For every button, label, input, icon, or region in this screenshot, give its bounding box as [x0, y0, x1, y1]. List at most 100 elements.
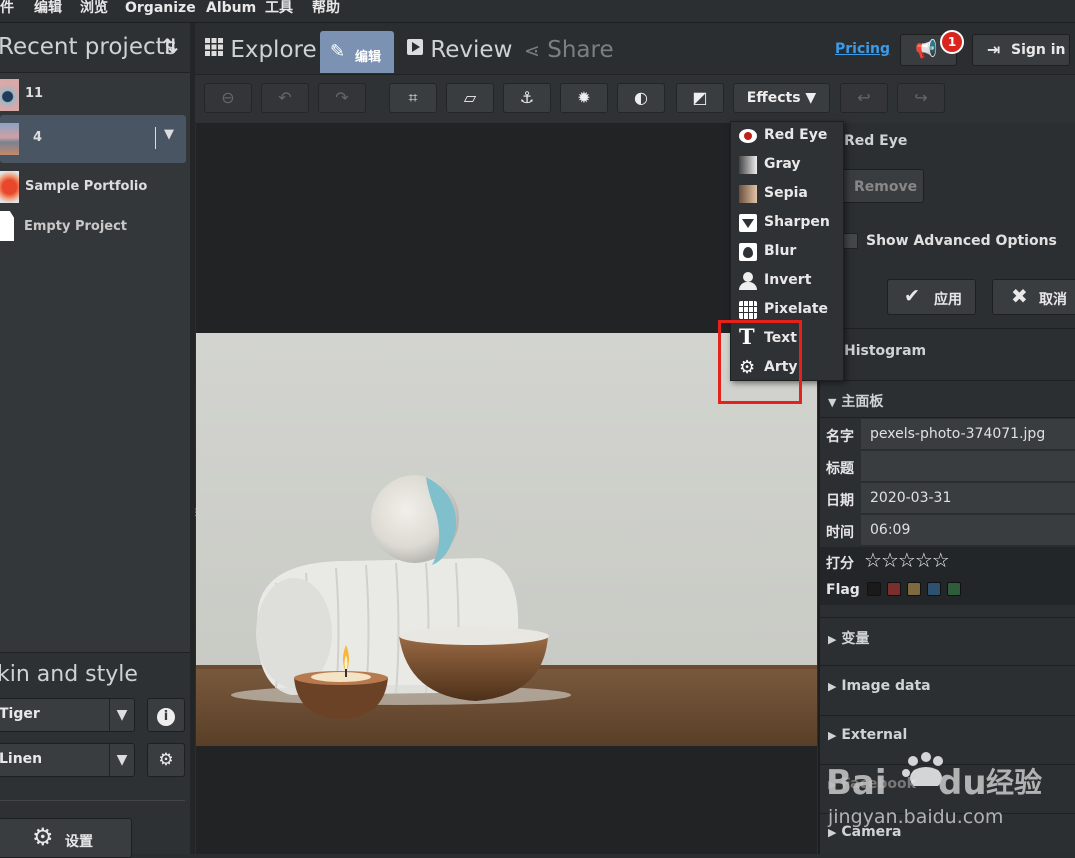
close-icon: ✖ — [1011, 284, 1028, 308]
property-value[interactable] — [861, 451, 1075, 482]
flag-red[interactable] — [887, 582, 901, 596]
sign-in-button[interactable]: ⇥ Sign in — [972, 34, 1070, 66]
flag-green[interactable] — [947, 582, 961, 596]
star-icon[interactable]: ☆ — [932, 548, 950, 572]
menu-file[interactable]: 件 — [0, 0, 14, 17]
grid-icon — [205, 38, 223, 56]
tab-share[interactable]: ⋖ Share — [524, 37, 614, 63]
facebook-section[interactable]: ▶ Facebook — [828, 776, 1075, 792]
section-label: 变量 — [841, 631, 870, 647]
histogram-section[interactable]: Histogram — [844, 343, 1075, 359]
share-icon: ⋖ — [524, 40, 540, 62]
level-button[interactable]: ⚓ — [503, 83, 551, 113]
redo-button[interactable]: ↪ — [897, 83, 945, 113]
menu-album[interactable]: Album — [206, 0, 256, 17]
straighten-button[interactable]: ▱ — [446, 83, 494, 113]
exposure-button[interactable]: ◩ — [676, 83, 724, 113]
crop-button[interactable]: ⌗ — [389, 83, 437, 113]
star-icon[interactable]: ☆ — [864, 548, 882, 572]
external-section[interactable]: ▶ External — [828, 727, 1075, 743]
skin-value: Tiger — [0, 706, 40, 722]
effect-gray[interactable]: Gray — [731, 151, 843, 179]
tab-review[interactable]: Review — [407, 37, 512, 63]
effect-red-eye[interactable]: Red Eye — [731, 122, 843, 150]
style-settings-button[interactable]: ⚙ — [147, 743, 185, 777]
property-value[interactable]: pexels-photo-374071.jpg — [861, 419, 1075, 450]
pixelate-icon — [739, 301, 757, 319]
apply-label: 应用 — [934, 292, 962, 308]
property-key: 名字 — [826, 429, 854, 445]
rotate-right-button[interactable]: ↷ — [318, 83, 366, 113]
cancel-label: 取消 — [1039, 292, 1067, 308]
sign-in-icon: ⇥ — [987, 40, 1001, 59]
project-item[interactable]: 11 — [0, 73, 186, 119]
image-data-section[interactable]: ▶ Image data — [828, 678, 1075, 694]
menu-browse[interactable]: 浏览 — [80, 0, 108, 17]
effect-sepia[interactable]: Sepia — [731, 180, 843, 208]
remove-button[interactable]: Remove — [840, 169, 924, 203]
skin-select[interactable]: Tiger ▼ — [0, 698, 135, 732]
splitter[interactable] — [190, 23, 195, 854]
invert-icon — [739, 272, 757, 290]
settings-button[interactable]: ⚙ 设置 — [0, 818, 132, 858]
effect-blur[interactable]: Blur — [731, 238, 843, 266]
advanced-options-checkbox[interactable] — [842, 233, 858, 249]
adjust-button[interactable]: ✹ — [560, 83, 608, 113]
property-row: 时间 06:09 — [820, 515, 1075, 547]
section-label: Facebook — [841, 776, 916, 792]
style-select[interactable]: Linen ▼ — [0, 743, 135, 777]
project-item-selected[interactable]: 4 ▼ — [0, 115, 186, 163]
undo-button[interactable]: ↩ — [840, 83, 888, 113]
contrast-button[interactable]: ◐ — [617, 83, 665, 113]
property-key: 标题 — [826, 461, 854, 477]
info-button[interactable]: i — [147, 698, 185, 732]
crop-icon: ⌗ — [408, 88, 418, 107]
project-label: Sample Portfolio — [25, 179, 148, 194]
remove-tool-button[interactable]: ⊖ — [204, 83, 252, 113]
property-key: 时间 — [826, 525, 854, 541]
tab-edit[interactable]: ✎ 编辑 — [320, 31, 394, 73]
rotate-right-icon: ↷ — [335, 88, 349, 107]
sort-icon[interactable]: ⇅ — [162, 34, 179, 58]
effects-label: Effects — [746, 90, 801, 106]
info-icon: i — [157, 708, 175, 726]
flag-blue[interactable] — [927, 582, 941, 596]
flag-yellow[interactable] — [907, 582, 921, 596]
project-item[interactable]: Empty Project — [0, 209, 186, 255]
project-thumbnail — [0, 79, 19, 111]
gear-icon: ⚙ — [32, 823, 54, 851]
canvas-area — [196, 746, 817, 854]
sign-in-label: Sign in — [1011, 42, 1066, 58]
tab-explore[interactable]: Explore — [205, 37, 317, 63]
property-value[interactable]: 2020-03-31 — [861, 483, 1075, 514]
menu-tools[interactable]: 工具 — [265, 0, 293, 17]
divider — [820, 380, 1075, 381]
effect-invert[interactable]: Invert — [731, 267, 843, 295]
divider — [155, 127, 156, 149]
rating-stars[interactable]: ☆☆☆☆☆ — [864, 548, 950, 572]
camera-section[interactable]: ▶ Camera — [828, 824, 1075, 840]
settings-label: 设置 — [65, 834, 93, 850]
divider — [0, 652, 190, 653]
menu-organize[interactable]: Organize — [125, 0, 196, 17]
flag-black[interactable] — [867, 582, 881, 596]
cancel-button[interactable]: ✖ 取消 — [992, 279, 1075, 315]
menu-edit[interactable]: 编辑 — [34, 0, 62, 17]
effect-sharpen[interactable]: Sharpen — [731, 209, 843, 237]
property-row: 标题 — [820, 451, 1075, 483]
variables-section[interactable]: ▶ 变量 — [828, 628, 1075, 648]
main-panel-header[interactable]: ▼ 主面板 — [828, 391, 1075, 411]
property-value[interactable]: 06:09 — [861, 515, 1075, 546]
rotate-left-button[interactable]: ↶ — [261, 83, 309, 113]
menu-help[interactable]: 帮助 — [312, 0, 340, 17]
chevron-down-icon[interactable]: ▼ — [164, 127, 174, 142]
straighten-icon: ▱ — [463, 88, 477, 107]
pricing-link[interactable]: Pricing — [835, 41, 890, 57]
main-panel-label: 主面板 — [841, 394, 884, 410]
effects-dropdown-button[interactable]: Effects ▼ — [733, 83, 830, 113]
apply-button[interactable]: ✔ 应用 — [887, 279, 976, 315]
star-icon[interactable]: ☆ — [881, 548, 899, 572]
star-icon[interactable]: ☆ — [898, 548, 916, 572]
splitter-handle[interactable]: ⋮ — [191, 508, 200, 518]
star-icon[interactable]: ☆ — [915, 548, 933, 572]
